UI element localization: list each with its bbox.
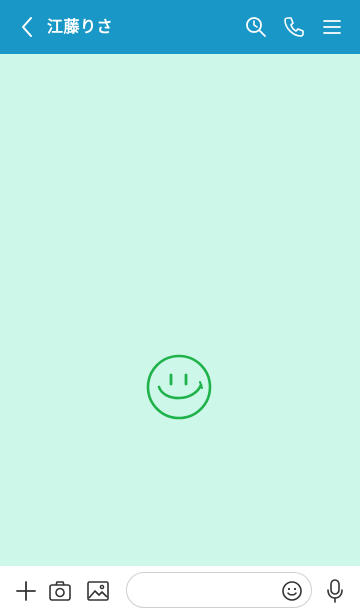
chat-title: 江藤りさ	[47, 17, 114, 36]
back-button[interactable]	[14, 13, 40, 41]
chevron-left-icon	[22, 17, 32, 37]
image-icon	[87, 581, 109, 601]
image-button[interactable]	[84, 577, 112, 605]
camera-button[interactable]	[46, 577, 74, 605]
chat-area[interactable]	[0, 54, 360, 566]
phone-icon	[284, 17, 304, 37]
header-bar: 江藤りさ	[0, 0, 360, 54]
chat-screen: 江藤りさ	[0, 0, 360, 616]
add-button[interactable]	[12, 577, 40, 605]
search-clock-icon	[246, 17, 266, 37]
message-input-box	[126, 572, 312, 608]
mic-button[interactable]	[321, 577, 349, 605]
search-button[interactable]	[242, 13, 270, 41]
microphone-icon	[327, 579, 343, 603]
emoji-button[interactable]	[280, 579, 304, 603]
camera-icon	[49, 581, 71, 601]
message-input[interactable]	[139, 579, 279, 601]
emoji-icon	[282, 581, 302, 601]
hamburger-menu-icon	[323, 20, 341, 34]
smiley-icon	[146, 354, 212, 420]
plus-icon	[16, 581, 36, 601]
menu-button[interactable]	[318, 13, 346, 41]
input-bar	[0, 566, 360, 616]
call-button[interactable]	[280, 13, 308, 41]
